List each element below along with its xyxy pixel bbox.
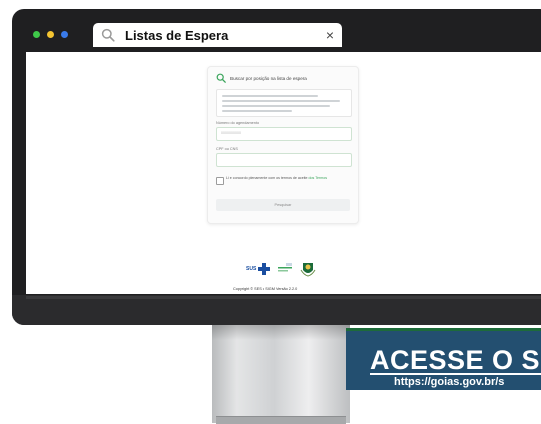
terms-link[interactable]: dos Termos	[309, 176, 328, 180]
cpf-cns-input[interactable]	[216, 153, 352, 167]
terms-text: Li e concordo plenamente com os termos d…	[226, 176, 309, 180]
browser-tab[interactable]: Listas de Espera ×	[93, 23, 342, 47]
browser-viewport: Buscar por posição na lista de espera Nú…	[26, 52, 541, 294]
search-icon	[216, 73, 226, 83]
instruction-line	[222, 110, 292, 112]
instruction-line	[222, 100, 340, 102]
banner-underline	[370, 373, 541, 375]
sus-logo-text: SUS	[246, 266, 257, 272]
promo-banner[interactable]: ACESSE O S https://goias.gov.br/s	[346, 328, 541, 390]
terms-label: Li e concordo plenamente com os termos d…	[226, 176, 350, 181]
instruction-line	[222, 95, 318, 97]
instructions-box	[216, 89, 352, 117]
state-coat-of-arms-icon	[300, 263, 316, 277]
field-label-appointment: Número do agendamento	[216, 121, 260, 125]
card-heading: Buscar por posição na lista de espera	[216, 73, 307, 83]
search-card: Buscar por posição na lista de espera Nú…	[207, 66, 359, 224]
search-submit-button[interactable]: Pesquisar	[216, 199, 350, 211]
monitor-chin	[12, 295, 541, 325]
terms-checkbox[interactable]	[216, 177, 224, 185]
sus-logo: SUS	[246, 263, 271, 275]
window-dot-yellow[interactable]	[47, 31, 54, 38]
banner-url[interactable]: https://goias.gov.br/s	[394, 376, 504, 388]
copyright-text: Copyright © SES • SIGM Versão 2.2.0	[233, 287, 298, 291]
banner-accent-bar	[346, 328, 541, 331]
footer-logos: SUS	[246, 261, 316, 277]
card-title: Buscar por posição na lista de espera	[230, 75, 307, 81]
close-icon[interactable]: ×	[326, 27, 334, 43]
search-icon	[101, 28, 115, 42]
chin-strip	[26, 296, 541, 299]
banner-heading: ACESSE O S	[370, 345, 541, 375]
tab-title: Listas de Espera	[125, 27, 229, 43]
appointment-placeholder: 0000000000	[221, 131, 241, 135]
appointment-number-input[interactable]: 0000000000	[216, 127, 352, 141]
field-label-cpf: CPF ou CNS	[216, 147, 238, 151]
window-dot-green[interactable]	[33, 31, 40, 38]
instruction-line	[222, 105, 330, 107]
health-cross-icon	[258, 263, 271, 275]
window-dot-blue[interactable]	[61, 31, 68, 38]
secretaria-logo-icon	[278, 263, 293, 272]
